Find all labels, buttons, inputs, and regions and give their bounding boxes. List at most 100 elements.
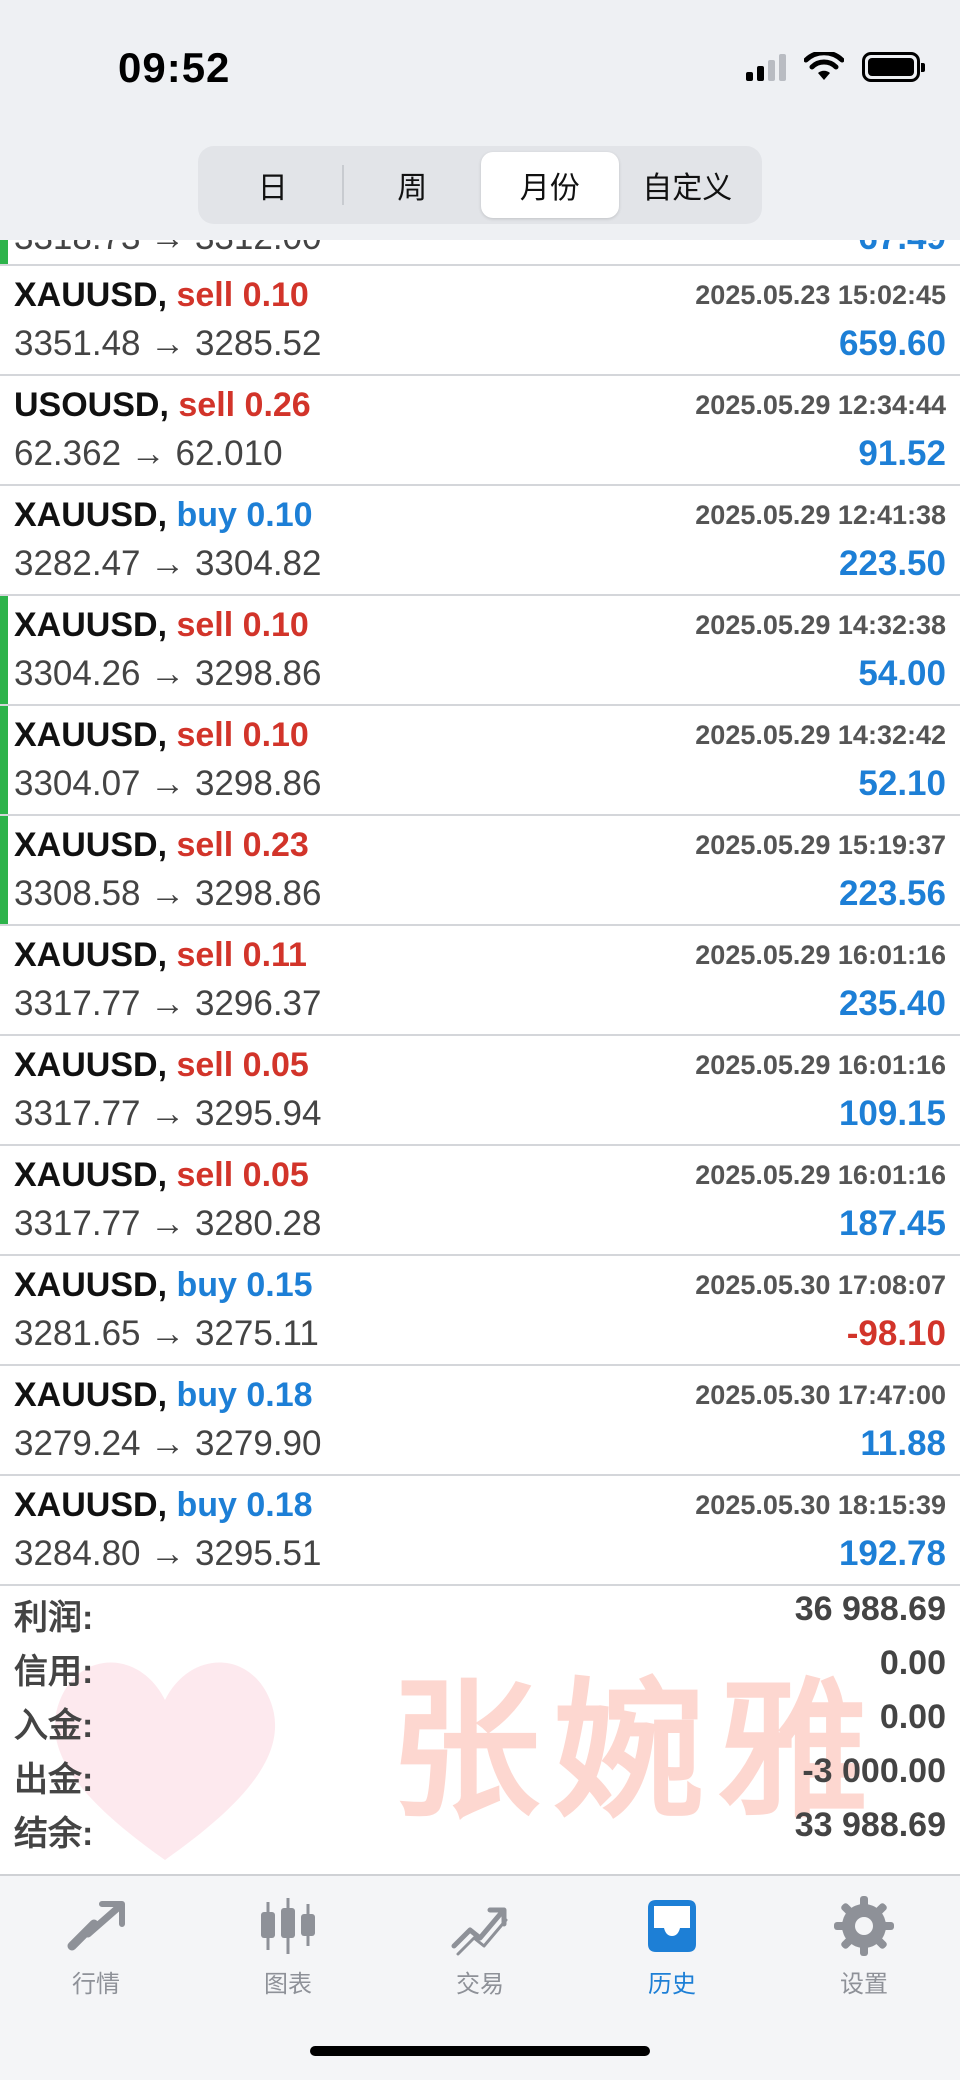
- account-summary: 利润: 36 988.69 信用: 0.00 入金: 0.00 出金: -3 000.00 结余…: [0, 1584, 960, 1874]
- deal-prices: 3308.58 → 3298.86: [14, 874, 322, 913]
- deal-prices: 3317.77 → 3296.37: [14, 984, 322, 1023]
- summary-value: 0.00: [879, 1698, 946, 1736]
- deal-symbol: XAUUSD,: [14, 1046, 168, 1084]
- list-item[interactable]: 3318.73 → 3312.00 67.49: [0, 240, 960, 266]
- deal-symbol: XAUUSD,: [14, 826, 168, 864]
- deal-time: 2025.05.30 18:15:39: [695, 1490, 946, 1520]
- deal-profit: 91.52: [858, 434, 946, 473]
- deal-symbol: XAUUSD,: [14, 496, 168, 534]
- tab-settings-label: 设置: [840, 1971, 888, 1998]
- deal-side: sell: [176, 1046, 234, 1084]
- tab-month[interactable]: 月份: [481, 152, 619, 218]
- list-item[interactable]: XAUUSD, buy 0.15 2025.05.30 17:08:07 3281.…: [0, 1256, 960, 1366]
- tab-settings[interactable]: 设置: [768, 1876, 960, 2080]
- deal-prices: 3281.65 → 3275.11: [14, 1314, 319, 1353]
- deal-title: XAUUSD, sell 0.23: [14, 826, 309, 865]
- summary-label: 出金:: [14, 1761, 94, 1799]
- list-item[interactable]: XAUUSD, sell 0.11 2025.05.29 16:01:16 3317…: [0, 926, 960, 1036]
- summary-row: 入金: 0.00: [0, 1692, 960, 1746]
- deal-volume: 0.10: [246, 496, 313, 534]
- period-segmented-control: 日 周 月份 自定义: [198, 146, 762, 224]
- deal-profit: 187.45: [838, 1204, 946, 1243]
- open-deal-marker: [0, 706, 8, 814]
- summary-label: 结余:: [14, 1815, 94, 1853]
- list-item[interactable]: XAUUSD, sell 0.10 2025.05.29 14:32:38 3304…: [0, 596, 960, 706]
- tab-custom[interactable]: 自定义: [619, 152, 757, 218]
- cellular-signal-icon: [746, 53, 786, 81]
- deal-side: sell: [176, 1156, 234, 1194]
- deal-prices: 3351.48 → 3285.52: [14, 324, 322, 363]
- deal-prices: 3304.07 → 3298.86: [14, 764, 322, 803]
- status-time: 09:52: [118, 44, 231, 91]
- deal-profit: 659.60: [838, 324, 946, 363]
- list-item[interactable]: USOUSD, sell 0.26 2025.05.29 12:34:44 62.3…: [0, 376, 960, 486]
- summary-row: 信用: 0.00: [0, 1638, 960, 1692]
- deal-symbol: XAUUSD,: [14, 716, 168, 754]
- summary-value: 36 988.69: [794, 1590, 946, 1628]
- list-item[interactable]: XAUUSD, sell 0.23 2025.05.29 15:19:37 3308…: [0, 816, 960, 926]
- deal-side: buy: [176, 496, 237, 534]
- status-icons: [746, 52, 925, 82]
- list-item[interactable]: XAUUSD, buy 0.18 2025.05.30 17:47:00 3279.…: [0, 1366, 960, 1476]
- deal-symbol: XAUUSD,: [14, 936, 168, 974]
- summary-row: 结余: 33 988.69: [0, 1800, 960, 1854]
- deal-time: 2025.05.29 12:41:38: [695, 500, 946, 530]
- deal-title: XAUUSD, buy 0.18: [14, 1486, 313, 1525]
- deal-prices: 3317.77 → 3295.94: [14, 1094, 322, 1133]
- deal-profit: 11.88: [860, 1424, 946, 1463]
- tab-trade-label: 交易: [456, 1971, 504, 1998]
- deal-volume: 0.26: [244, 386, 311, 424]
- deal-side: sell: [176, 826, 234, 864]
- deal-profit: 54.00: [858, 654, 946, 693]
- deal-volume: 0.05: [242, 1156, 309, 1194]
- list-item[interactable]: XAUUSD, buy 0.10 2025.05.29 12:41:38 3282.…: [0, 486, 960, 596]
- deal-profit: 235.40: [838, 984, 946, 1023]
- list-item[interactable]: XAUUSD, sell 0.05 2025.05.29 16:01:16 3317…: [0, 1146, 960, 1256]
- deal-profit: 67.49: [858, 240, 946, 258]
- summary-value: -3 000.00: [802, 1752, 946, 1790]
- tab-history-label: 历史: [648, 1971, 696, 1998]
- deal-volume: 0.10: [242, 606, 309, 644]
- deal-title: XAUUSD, sell 0.10: [14, 606, 309, 645]
- battery-icon: [862, 52, 925, 82]
- deal-symbol: XAUUSD,: [14, 1486, 168, 1524]
- deal-volume: 0.10: [242, 276, 309, 314]
- history-inbox-icon: [648, 1900, 696, 1952]
- summary-row: 利润: 36 988.69: [0, 1584, 960, 1638]
- list-item[interactable]: XAUUSD, sell 0.10 2025.05.23 15:02:45 3351…: [0, 266, 960, 376]
- summary-value: 0.00: [879, 1644, 946, 1682]
- deal-prices: 3279.24 → 3279.90: [14, 1424, 322, 1463]
- deal-profit: 223.56: [838, 874, 946, 913]
- deal-history-list: 3318.73 → 3312.00 67.49 XAUUSD, sell 0.10 2…: [0, 240, 960, 1586]
- deal-symbol: USOUSD,: [14, 386, 169, 424]
- list-item[interactable]: XAUUSD, sell 0.05 2025.05.29 16:01:16 3317…: [0, 1036, 960, 1146]
- gear-icon: [834, 1896, 894, 1956]
- deal-side: buy: [176, 1486, 237, 1524]
- deal-time: 2025.05.29 12:34:44: [695, 390, 946, 420]
- chart-candles-icon: [261, 1898, 315, 1954]
- deal-prices: 62.362 → 62.010: [14, 434, 283, 473]
- tab-day[interactable]: 日: [204, 152, 342, 218]
- tab-week[interactable]: 周: [344, 152, 482, 218]
- deal-prices: 3282.47 → 3304.82: [14, 544, 322, 583]
- deal-title: XAUUSD, buy 0.15: [14, 1266, 313, 1305]
- deal-symbol: XAUUSD,: [14, 1156, 168, 1194]
- deal-volume: 0.23: [242, 826, 309, 864]
- deal-side: buy: [176, 1376, 237, 1414]
- deal-time: 2025.05.30 17:47:00: [695, 1380, 946, 1410]
- summary-label: 信用:: [14, 1653, 94, 1691]
- summary-value: 33 988.69: [794, 1806, 946, 1844]
- deal-side: sell: [176, 936, 234, 974]
- deal-side: sell: [178, 386, 236, 424]
- tab-quotes[interactable]: 行情: [0, 1876, 192, 2080]
- deal-title: XAUUSD, sell 0.10: [14, 276, 309, 315]
- deal-volume: 0.10: [242, 716, 309, 754]
- quotes-icon: [67, 1901, 125, 1951]
- deal-time: 2025.05.29 14:32:42: [695, 720, 946, 750]
- list-item[interactable]: XAUUSD, buy 0.18 2025.05.30 18:15:39 3284.…: [0, 1476, 960, 1586]
- deal-profit: 192.78: [838, 1534, 946, 1573]
- list-item[interactable]: XAUUSD, sell 0.10 2025.05.29 14:32:42 3304…: [0, 706, 960, 816]
- top-header: 09:52 日 周 月份 自定义: [0, 0, 960, 240]
- deal-title: XAUUSD, sell 0.11: [14, 936, 307, 975]
- deal-side: sell: [176, 606, 234, 644]
